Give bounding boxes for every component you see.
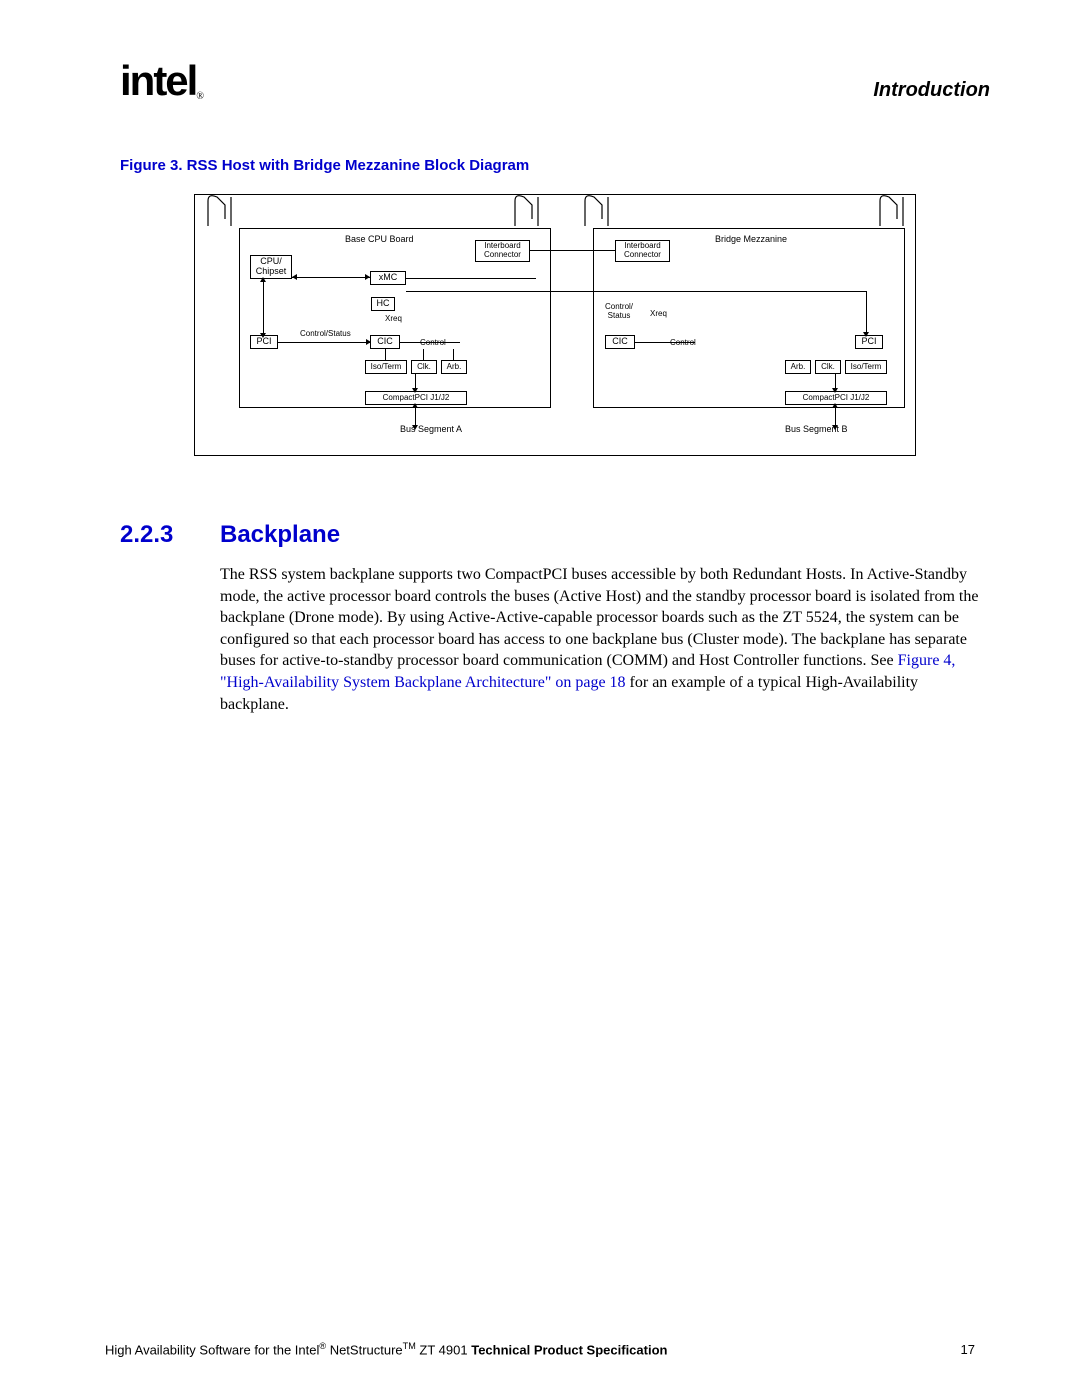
line: [453, 349, 454, 360]
arrowhead-icon: [365, 274, 370, 280]
card-clip-icon: [510, 191, 546, 231]
tm-mark: TM: [403, 1341, 416, 1351]
arrowhead-icon: [412, 403, 418, 408]
control-status-left: Control/Status: [300, 330, 351, 339]
cic-left: CIC: [370, 335, 400, 349]
hc-block: HC: [371, 297, 395, 311]
xreq-right-label: Xreq: [650, 310, 667, 319]
arb-right: Arb.: [785, 360, 811, 374]
page-number: 17: [961, 1342, 975, 1357]
arrowhead-icon: [292, 274, 297, 280]
running-head: Introduction: [873, 79, 990, 102]
card-clip-icon: [875, 191, 911, 231]
footer-mid: NetStructure: [326, 1342, 403, 1357]
footer-pre: High Availability Software for the Intel: [105, 1342, 319, 1357]
card-clip-icon: [580, 191, 616, 231]
cpu-chipset: CPU/ Chipset: [250, 255, 292, 279]
control-status-right: Control/ Status: [605, 303, 633, 321]
arrowhead-icon: [412, 388, 418, 393]
logo-wordmark: intel: [120, 60, 196, 102]
line: [278, 342, 370, 343]
interboard-conn-2: Interboard Connector: [615, 240, 670, 262]
arrowhead-icon: [412, 425, 418, 430]
line: [635, 342, 695, 343]
arb-left: Arb.: [441, 360, 467, 374]
xreq-left-label: Xreq: [385, 315, 402, 324]
control-left-label: Control: [420, 339, 446, 348]
section-heading: 2.2.3 Backplane: [120, 521, 990, 549]
line: [406, 291, 866, 292]
line: [263, 279, 264, 335]
footer-title: High Availability Software for the Intel…: [105, 1341, 667, 1357]
section-title: Backplane: [220, 521, 340, 549]
bus-a-label: Bus Segment A: [400, 425, 462, 435]
arrowhead-icon: [260, 333, 266, 338]
intel-logo: intel ®: [120, 60, 204, 102]
pci-right: PCI: [855, 335, 883, 349]
line: [406, 278, 536, 279]
line: [385, 349, 386, 360]
page-header: intel ® Introduction: [120, 60, 990, 102]
card-clip-icon: [203, 191, 239, 231]
bus-b-label: Bus Segment B: [785, 425, 848, 435]
isoterm-right: Iso/Term: [845, 360, 887, 374]
arrowhead-icon: [260, 277, 266, 282]
para-text-1: The RSS system backplane supports two Co…: [220, 566, 978, 669]
page-footer: High Availability Software for the Intel…: [0, 1341, 1080, 1357]
arrowhead-icon: [832, 425, 838, 430]
arrowhead-icon: [366, 339, 371, 345]
block-diagram: Base CPU Board Bridge Mezzanine Interboa…: [194, 194, 916, 456]
line: [530, 250, 615, 251]
cic-right: CIC: [605, 335, 635, 349]
figure-caption: Figure 3. RSS Host with Bridge Mezzanine…: [120, 157, 990, 174]
footer-post: ZT 4901: [416, 1342, 471, 1357]
section-body: The RSS system backplane supports two Co…: [220, 564, 990, 715]
section-number: 2.2.3: [120, 521, 220, 549]
control-right-label: Control: [670, 339, 696, 348]
line: [292, 277, 370, 278]
interboard-conn-1: Interboard Connector: [475, 240, 530, 262]
arrowhead-icon: [863, 332, 869, 337]
line: [866, 291, 867, 335]
clk-left: Clk.: [411, 360, 437, 374]
xmc-block: xMC: [370, 271, 406, 285]
bridge-mezz-label: Bridge Mezzanine: [715, 235, 787, 245]
line: [400, 342, 460, 343]
registered-mark: ®: [196, 91, 204, 102]
isoterm-left: Iso/Term: [365, 360, 407, 374]
arrowhead-icon: [832, 403, 838, 408]
line: [423, 349, 424, 360]
footer-bold: Technical Product Specification: [471, 1342, 667, 1357]
clk-right: Clk.: [815, 360, 841, 374]
arrowhead-icon: [832, 388, 838, 393]
base-board-label: Base CPU Board: [345, 235, 414, 245]
